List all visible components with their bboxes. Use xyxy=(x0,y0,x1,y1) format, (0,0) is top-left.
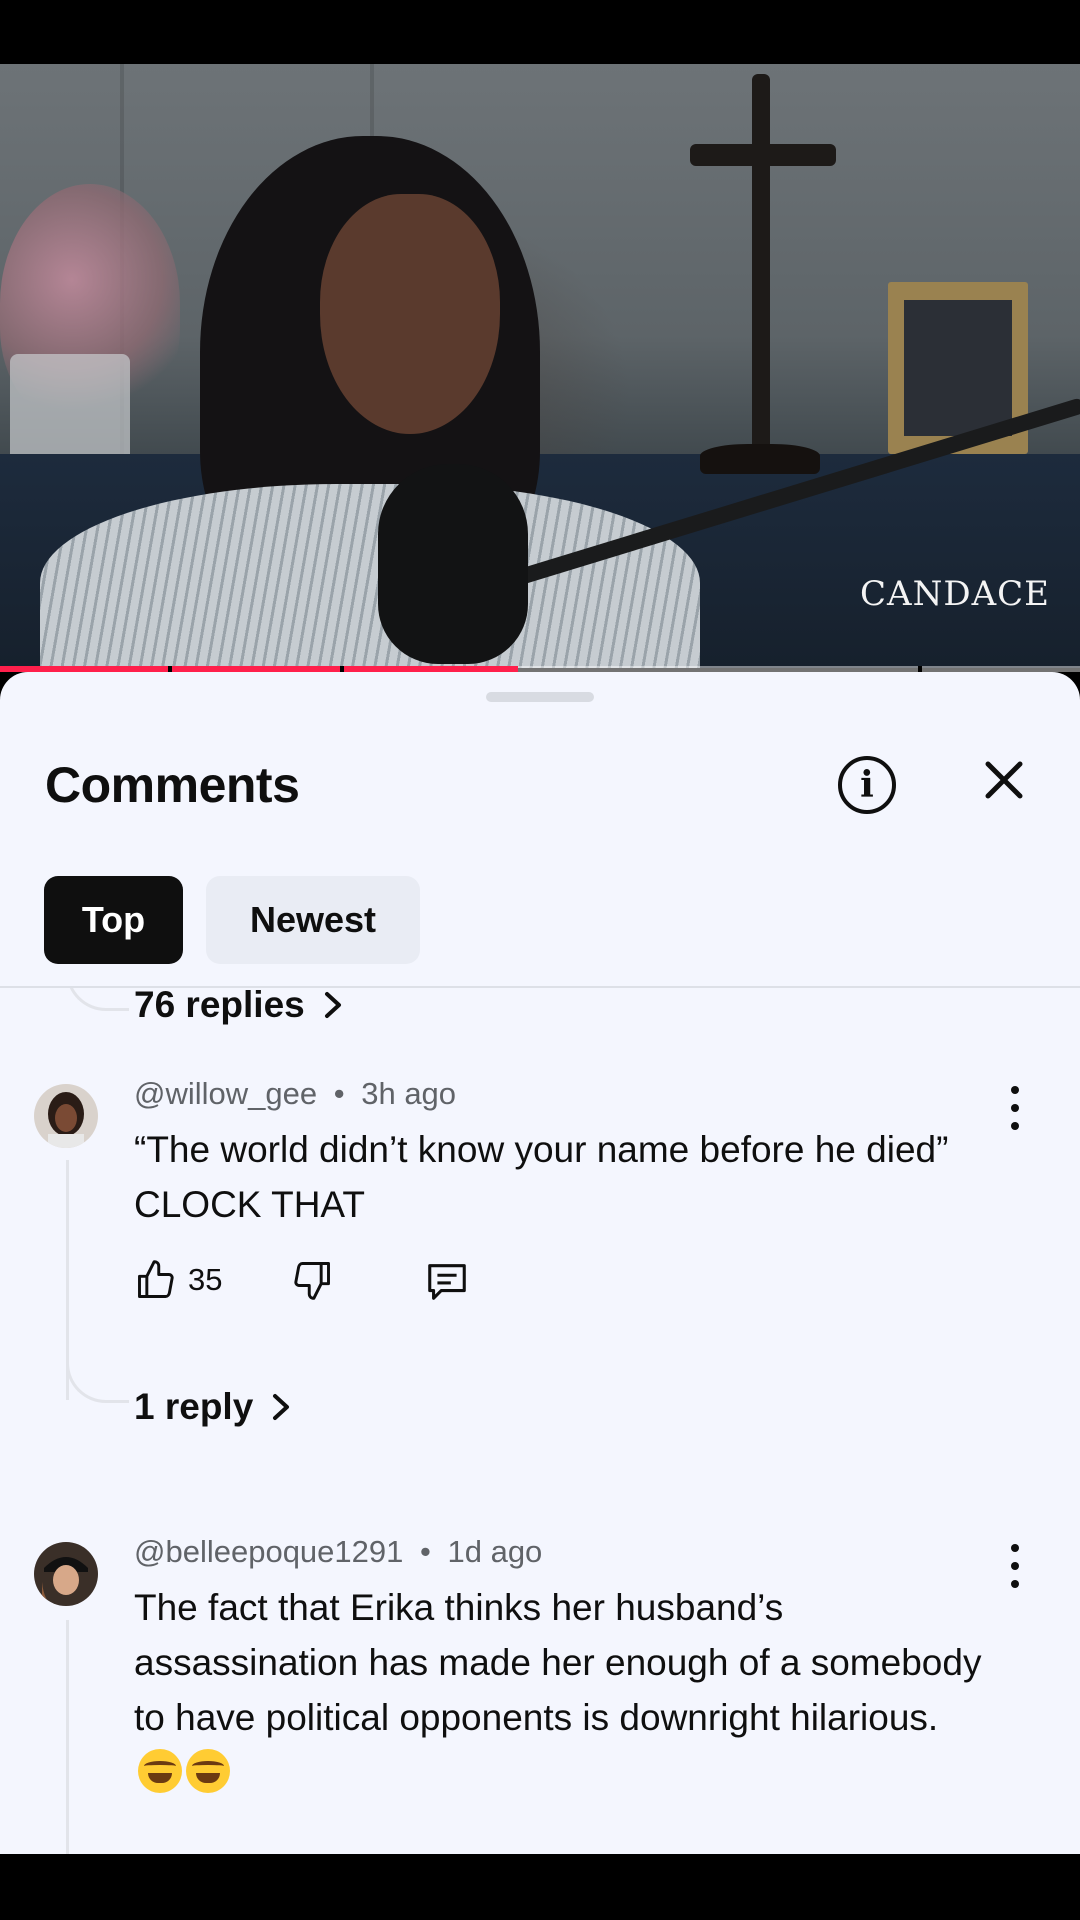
view-replies-button[interactable]: 1 reply xyxy=(134,1386,291,1428)
comment-time: 3h ago xyxy=(361,1076,457,1111)
crucifix xyxy=(752,74,770,454)
chevron-right-icon xyxy=(273,1394,290,1420)
person-shirt xyxy=(40,484,700,668)
replies-label: 1 reply xyxy=(134,1386,254,1427)
avatar[interactable] xyxy=(34,1084,98,1148)
thread-line xyxy=(66,1620,69,1854)
view-replies-button[interactable]: 76 replies xyxy=(134,988,343,1026)
comments-list[interactable]: 76 replies @willow_gee • 3h ago “The wor… xyxy=(0,988,1080,1854)
laughing-emoji-icon xyxy=(138,1749,182,1793)
tab-top[interactable]: Top xyxy=(44,876,183,964)
thumbs-down-icon xyxy=(294,1262,330,1300)
comment-icon xyxy=(428,1264,466,1300)
microphone xyxy=(378,464,528,664)
more-options-icon[interactable] xyxy=(1000,1086,1030,1130)
meta-separator: • xyxy=(333,1076,345,1111)
dislike-button[interactable] xyxy=(290,1258,334,1302)
comment-meta: @belleepoque1291 • 1d ago xyxy=(134,1534,542,1570)
reply-button[interactable] xyxy=(424,1258,470,1304)
avatar[interactable] xyxy=(34,1542,98,1606)
crucifix-arm xyxy=(690,144,836,166)
comment-text: The fact that Erika thinks her husband’s… xyxy=(134,1587,982,1738)
meta-separator: • xyxy=(420,1534,431,1569)
system-nav-bar xyxy=(0,1854,1080,1920)
like-button[interactable]: 35 xyxy=(134,1258,222,1302)
comment-author[interactable]: @willow_gee xyxy=(134,1076,317,1111)
crucifix-base xyxy=(700,444,820,474)
close-icon[interactable] xyxy=(974,750,1034,810)
thread-connector xyxy=(66,988,129,1011)
tab-newest[interactable]: Newest xyxy=(206,876,420,964)
comment-time: 1d ago xyxy=(447,1534,543,1569)
comment-author[interactable]: @belleepoque1291 xyxy=(134,1534,403,1569)
channel-watermark: CANDACE xyxy=(860,574,1050,614)
replies-label: 76 replies xyxy=(134,988,305,1025)
comment-meta: @willow_gee • 3h ago xyxy=(134,1076,456,1112)
person-face xyxy=(320,194,500,434)
laughing-emoji-icon xyxy=(186,1749,230,1793)
drag-handle[interactable] xyxy=(486,692,594,702)
info-icon[interactable]: i xyxy=(838,756,896,814)
like-count: 35 xyxy=(188,1262,223,1297)
more-options-icon[interactable] xyxy=(1000,1544,1030,1588)
video-player[interactable]: CANDACE xyxy=(0,64,1080,668)
chevron-right-icon xyxy=(324,992,341,1018)
comments-sheet: Comments i Top Newest 76 replies @willow… xyxy=(0,672,1080,1854)
picture xyxy=(904,300,1012,436)
comments-title: Comments xyxy=(45,757,300,813)
thumbs-up-icon xyxy=(138,1260,174,1298)
comment-actions: 35 xyxy=(134,1258,534,1308)
comment-body: The fact that Erika thinks her husband’s… xyxy=(134,1580,994,1800)
thread-connector xyxy=(66,1340,129,1403)
comment-text: “The world didn’t know your name before … xyxy=(134,1129,949,1225)
